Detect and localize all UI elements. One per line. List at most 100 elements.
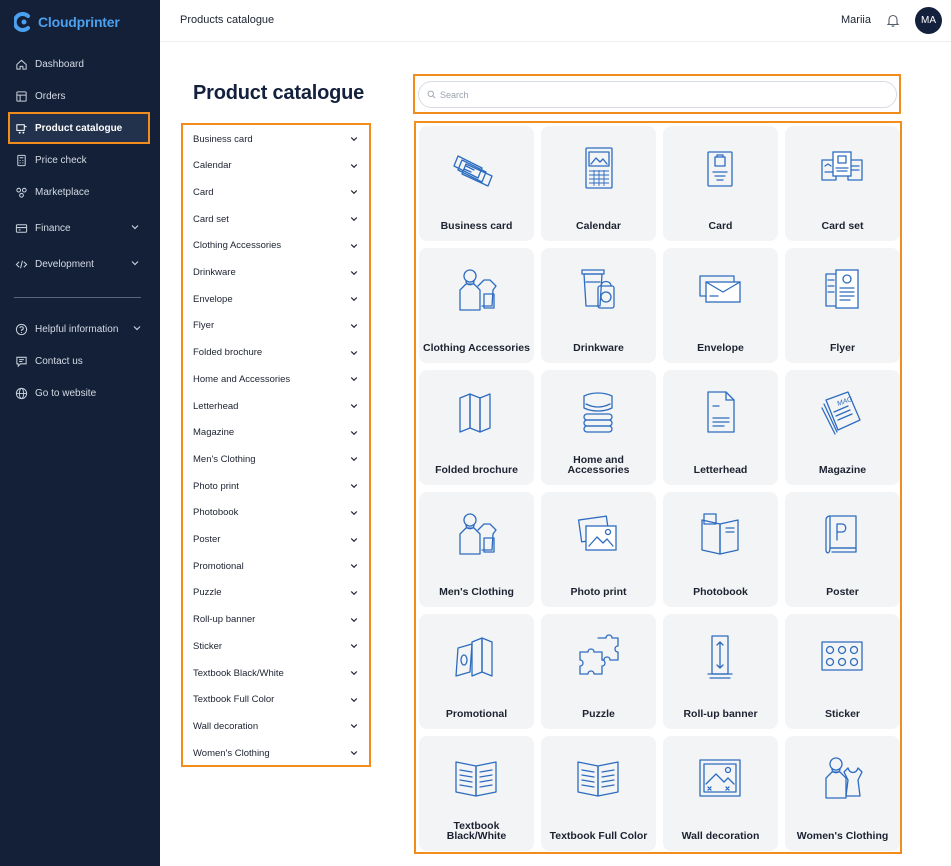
- chevron-down-icon: [350, 537, 358, 542]
- avatar[interactable]: MA: [915, 7, 942, 34]
- nav-label: Product catalogue: [35, 122, 123, 134]
- category-item[interactable]: Women's Clothing: [193, 740, 358, 766]
- chevron-down-icon: [350, 484, 358, 489]
- nav-contact-us[interactable]: Contact us: [10, 347, 148, 375]
- category-item[interactable]: Promotional: [193, 553, 358, 579]
- product-label: Business card: [440, 220, 513, 232]
- svg-text:MAG: MAG: [836, 396, 854, 408]
- product-label: Wall decoration: [681, 830, 760, 842]
- product-card[interactable]: Folded brochure: [419, 370, 534, 485]
- sticker-icon: [821, 641, 863, 671]
- breadcrumb: Products catalogue: [180, 14, 275, 26]
- category-item[interactable]: Wall decoration: [193, 713, 358, 739]
- category-item[interactable]: Textbook Black/White: [193, 660, 358, 686]
- category-label: Sticker: [193, 640, 223, 652]
- category-item[interactable]: Drinkware: [193, 260, 358, 286]
- category-item[interactable]: Business card: [193, 126, 358, 152]
- product-card[interactable]: Puzzle: [541, 614, 656, 729]
- category-item[interactable]: Envelope: [193, 286, 358, 312]
- category-item[interactable]: Letterhead: [193, 393, 358, 419]
- category-label: Card set: [193, 213, 229, 225]
- product-card[interactable]: Business card: [419, 126, 534, 241]
- flyer-icon: [825, 269, 859, 309]
- product-card[interactable]: Men's Clothing: [419, 492, 534, 607]
- bell-icon[interactable]: [886, 13, 900, 27]
- nav-development[interactable]: Development: [10, 250, 148, 278]
- product-card[interactable]: Card set: [785, 126, 900, 241]
- chevron-down-icon: [350, 671, 358, 676]
- nav-finance[interactable]: Finance: [10, 214, 148, 242]
- category-label: Poster: [193, 534, 221, 545]
- product-card[interactable]: Sticker: [785, 614, 900, 729]
- folded-brochure-icon: [459, 393, 491, 433]
- nav-dashboard[interactable]: Dashboard: [10, 50, 148, 78]
- nav-label: Orders: [35, 90, 66, 102]
- chevron-down-icon: [131, 261, 139, 266]
- product-card[interactable]: Letterhead: [663, 370, 778, 485]
- product-card[interactable]: Promotional: [419, 614, 534, 729]
- product-card[interactable]: Textbook Full Color: [541, 736, 656, 851]
- chevron-down-icon: [350, 590, 358, 596]
- category-label: Promotional: [193, 560, 244, 572]
- product-card[interactable]: Roll-up banner: [663, 614, 778, 729]
- category-label: Home and Accessories: [193, 373, 291, 385]
- user-name[interactable]: Mariia: [841, 14, 871, 26]
- product-card[interactable]: Calendar: [541, 126, 656, 241]
- category-item[interactable]: Clothing Accessories: [193, 233, 358, 259]
- product-card[interactable]: Women's Clothing: [785, 736, 900, 851]
- category-label: Puzzle: [193, 587, 222, 599]
- nav-label: Finance: [35, 222, 71, 234]
- product-label: Men's Clothing: [439, 586, 514, 598]
- product-card[interactable]: Photobook: [663, 492, 778, 607]
- product-card[interactable]: MAG Magazine: [785, 370, 900, 485]
- category-label: Roll-up banner: [193, 614, 256, 626]
- product-label: Letterhead: [693, 464, 748, 476]
- product-card[interactable]: Wall decoration: [663, 736, 778, 851]
- product-card[interactable]: Photo print: [541, 492, 656, 607]
- product-card[interactable]: Envelope: [663, 248, 778, 363]
- nav-helpful-information[interactable]: Helpful information: [10, 315, 148, 343]
- nav-go-to-website[interactable]: Go to website: [10, 379, 148, 407]
- chevron-down-icon: [350, 457, 358, 462]
- category-item[interactable]: Roll-up banner: [193, 607, 358, 633]
- product-card[interactable]: Poster: [785, 492, 900, 607]
- category-item[interactable]: Photo print: [193, 473, 358, 499]
- product-label: Folded brochure: [435, 464, 518, 476]
- product-label: Drinkware: [573, 342, 624, 354]
- category-item[interactable]: Card set: [193, 206, 358, 232]
- category-item[interactable]: Card: [193, 179, 358, 205]
- category-label: Drinkware: [193, 267, 236, 278]
- nav-price-check[interactable]: Price check: [10, 146, 148, 174]
- product-label: Calendar: [576, 220, 621, 232]
- cloudprinter-logo[interactable]: Cloudprinter: [14, 10, 120, 34]
- category-item[interactable]: Home and Accessories: [193, 366, 358, 392]
- category-item[interactable]: Photobook: [193, 500, 358, 526]
- marketplace-icon: [14, 185, 28, 199]
- category-item[interactable]: Textbook Full Color: [193, 687, 358, 713]
- card-set-icon: [821, 151, 863, 181]
- search-input[interactable]: [440, 89, 870, 100]
- chevron-down-icon: [350, 270, 358, 275]
- sidebar: Cloudprinter Dashboard Orders Product ca…: [0, 0, 160, 866]
- product-label: Poster: [826, 586, 859, 598]
- category-item[interactable]: Puzzle: [193, 580, 358, 606]
- catalogue-icon: [14, 121, 28, 135]
- category-item[interactable]: Flyer: [193, 313, 358, 339]
- category-item[interactable]: Folded brochure: [193, 340, 358, 366]
- category-item[interactable]: Poster: [193, 527, 358, 553]
- product-card[interactable]: Card: [663, 126, 778, 241]
- category-item[interactable]: Calendar: [193, 153, 358, 179]
- category-item[interactable]: Magazine: [193, 420, 358, 446]
- nav-product-catalogue[interactable]: Product catalogue: [8, 112, 150, 144]
- business-card-icon: [453, 155, 493, 187]
- product-card[interactable]: Textbook Black/White: [419, 736, 534, 851]
- nav-orders[interactable]: Orders: [10, 82, 148, 110]
- category-item[interactable]: Sticker: [193, 633, 358, 659]
- chevron-down-icon: [350, 217, 358, 222]
- nav-marketplace[interactable]: Marketplace: [10, 178, 148, 206]
- product-card[interactable]: Flyer: [785, 248, 900, 363]
- product-card[interactable]: Home and Accessories: [541, 370, 656, 485]
- category-item[interactable]: Men's Clothing: [193, 446, 358, 472]
- product-card[interactable]: Clothing Accessories: [419, 248, 534, 363]
- product-card[interactable]: Drinkware: [541, 248, 656, 363]
